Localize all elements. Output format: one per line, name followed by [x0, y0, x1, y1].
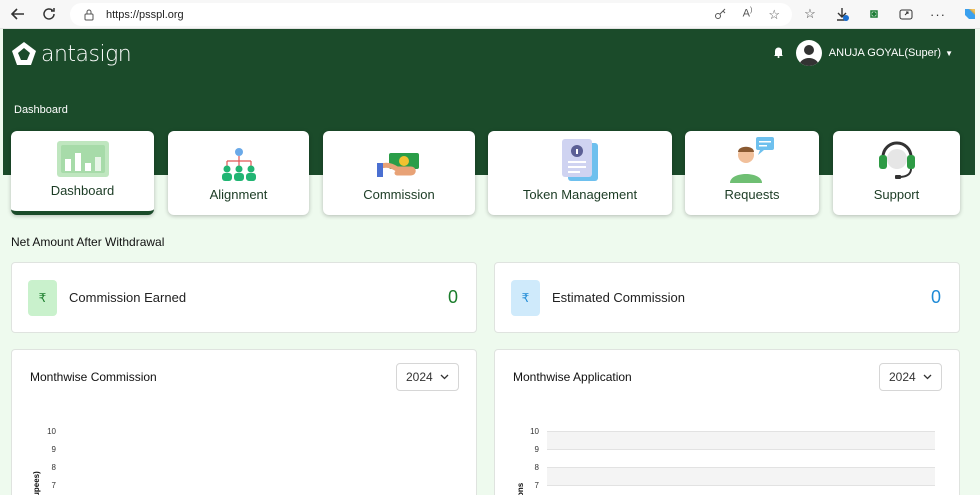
- commission-earned-card: ₹ Commission Earned 0: [11, 262, 477, 333]
- y-tick: 9: [51, 445, 56, 454]
- tile-label: Commission: [363, 187, 435, 202]
- favorites-icon[interactable]: ☆: [800, 4, 820, 24]
- y-tick: 8: [534, 463, 539, 472]
- share-icon[interactable]: [896, 4, 916, 24]
- extensions-icon[interactable]: [864, 4, 884, 24]
- tile-label: Requests: [724, 187, 780, 202]
- chevron-down-icon: [440, 374, 449, 380]
- rupee-icon: ₹: [511, 279, 540, 316]
- chevron-down-icon: [923, 374, 932, 380]
- user-name: ANUJA GOYAL(Super): [828, 47, 942, 59]
- y-tick: 10: [530, 427, 539, 436]
- lock-icon: [82, 8, 96, 22]
- year-value: 2024: [889, 370, 916, 384]
- y-axis-label: upees): [32, 471, 41, 495]
- avatar[interactable]: [795, 40, 822, 66]
- logo-pentagon-icon: [12, 42, 36, 65]
- money-hand-icon: [377, 141, 421, 183]
- downloads-icon[interactable]: [832, 4, 852, 24]
- y-tick: 9: [534, 445, 539, 454]
- year-select[interactable]: 2024: [396, 363, 459, 391]
- browser-toolbar: https://psspl.org A) ☆ ☆ ···: [0, 0, 980, 29]
- breadcrumb: Dashboard: [14, 104, 68, 116]
- address-bar[interactable]: https://psspl.org A) ☆: [70, 3, 792, 26]
- year-select[interactable]: 2024: [879, 363, 942, 391]
- tile-commission[interactable]: Commission: [323, 131, 475, 215]
- tile-label: Alignment: [209, 187, 268, 202]
- pantasign-logo[interactable]: antasign: [11, 41, 132, 67]
- user-menu[interactable]: ANUJA GOYAL(Super) ▼: [773, 40, 953, 66]
- read-aloud-icon[interactable]: A): [743, 7, 753, 23]
- y-tick: 10: [47, 427, 56, 436]
- tile-alignment[interactable]: Alignment: [168, 131, 309, 215]
- stat-value: 0: [930, 287, 941, 307]
- monthwise-application-card: Monthwise Application 2024 10 9 8 7 ons: [494, 349, 960, 495]
- y-axis-label: ons: [516, 482, 525, 495]
- headset-icon: [877, 141, 917, 183]
- bell-icon[interactable]: [773, 46, 784, 61]
- tile-label: Support: [873, 187, 920, 202]
- chevron-down-icon: ▼: [945, 48, 953, 58]
- refresh-icon[interactable]: [39, 4, 59, 24]
- tile-label: Dashboard: [50, 183, 115, 198]
- year-value: 2024: [406, 370, 433, 384]
- tile-requests[interactable]: Requests: [685, 131, 819, 215]
- token-document-icon: [560, 139, 600, 183]
- stat-label: Estimated Commission: [552, 290, 685, 305]
- back-icon[interactable]: [8, 4, 28, 24]
- dashboard-chart-icon: [56, 137, 110, 179]
- url-text: https://psspl.org: [106, 8, 184, 21]
- section-title: Net Amount After Withdrawal: [11, 235, 165, 249]
- stat-value: 0: [447, 287, 458, 307]
- chart-title: Monthwise Commission: [30, 370, 157, 384]
- chart-plot-area: [547, 431, 935, 495]
- chart-title: Monthwise Application: [513, 370, 632, 384]
- stat-label: Commission Earned: [69, 290, 187, 305]
- estimated-commission-card: ₹ Estimated Commission 0: [494, 262, 960, 333]
- tile-token-management[interactable]: Token Management: [488, 131, 672, 215]
- logo-text: antasign: [41, 41, 132, 67]
- person-chat-icon: [728, 137, 776, 183]
- hierarchy-icon: [219, 141, 259, 183]
- more-options-icon[interactable]: ···: [928, 4, 948, 24]
- monthwise-commission-card: Monthwise Commission 2024 10 9 8 7 upees…: [11, 349, 477, 495]
- key-icon[interactable]: [714, 7, 727, 23]
- favorite-star-icon[interactable]: ☆: [768, 7, 780, 23]
- copilot-icon[interactable]: [960, 4, 980, 24]
- tile-dashboard[interactable]: Dashboard: [11, 131, 154, 215]
- tile-label: Token Management: [522, 187, 638, 202]
- rupee-icon: ₹: [28, 279, 57, 316]
- tile-support[interactable]: Support: [833, 131, 960, 215]
